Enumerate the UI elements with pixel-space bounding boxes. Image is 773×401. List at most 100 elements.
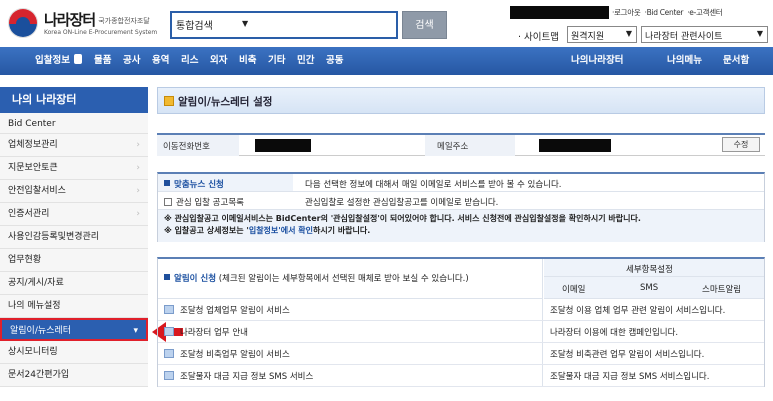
search-box[interactable]: 통합검색 ▼ — [170, 11, 398, 39]
nav-item-bid-info[interactable]: 입찰정보 — [35, 47, 82, 75]
row-desc-cell: 나라장터 이용에 대한 캠페인입니다. — [544, 321, 764, 342]
folder-icon — [164, 349, 174, 358]
nav-item-documents[interactable]: 문서함 — [723, 47, 749, 75]
nav-item-lease[interactable]: 리스 — [181, 47, 198, 75]
chevron-right-icon: › — [136, 186, 140, 196]
page-title: 알림이/뉴스레터 설정 — [178, 96, 273, 108]
nav-item-my-menu[interactable]: 나의메뉴 — [667, 47, 702, 75]
row-label[interactable]: 조달청 비축업무 알림이 서비스 — [180, 348, 290, 360]
redacted-email — [539, 139, 611, 152]
folder-icon — [164, 305, 174, 314]
customer-center-link[interactable]: ·e-고객센터 — [687, 8, 723, 17]
alarm-table: 알림이 신청 (체크된 알림이는 세부항목에서 선택된 매체로 받아 보실 수 … — [157, 257, 765, 387]
search-button[interactable]: 검색 — [402, 11, 447, 39]
row-description: 조달청 이용 업체 업무 관련 알림이 서비스입니다. — [550, 306, 726, 316]
pencil-icon — [164, 96, 174, 106]
nav-item-stockpile[interactable]: 비축 — [239, 47, 256, 75]
top-links: ·로그아웃 ·Bid Center ·e-고객센터 — [612, 7, 726, 18]
newsletter-description: 다음 선택한 정보에 대해서 매일 이메일로 서비스를 받아 볼 수 있습니다. — [305, 180, 562, 190]
logo-title-small: 국가종합전자조달 — [98, 16, 150, 25]
sidebar-title: 나의 나라장터 — [0, 87, 148, 113]
row-label-cell: 조달청 업체업무 알림이 서비스 — [158, 299, 543, 320]
remote-support-select[interactable]: 원격지원 ▼ — [567, 26, 637, 43]
sidebar-item-monitoring[interactable]: 상시모니터링 — [0, 341, 148, 364]
newsletter-header-row: 맞춤뉴스 신청 다음 선택한 정보에 대해서 매일 이메일로 서비스를 받아 볼… — [158, 174, 764, 192]
table-row: 조달물자 대금 지급 정보 SMS 서비스 조달물자 대금 지급 정보 SMS … — [158, 365, 764, 387]
table-row: 조달청 비축업무 알림이 서비스 조달청 비축관련 업무 알림이 서비스입니다. — [158, 343, 764, 365]
main-nav: 입찰정보 물품 공사 용역 리스 외자 비축 기타 민간 공동 나의나라장터 나… — [0, 47, 773, 75]
folder-icon — [164, 327, 174, 336]
chevron-down-icon: ▼ — [756, 29, 763, 38]
sidebar-item-certificate[interactable]: 인증서관리 › — [0, 203, 148, 226]
chevron-down-icon: ▼ — [242, 19, 249, 28]
row-label[interactable]: 나라장터 업무 안내 — [180, 326, 248, 338]
bullet-icon — [164, 274, 170, 280]
nav-item-joint[interactable]: 공동 — [326, 47, 343, 75]
related-sites-value: 나라장터 관련사이트 — [645, 32, 723, 42]
page-title-bar: 알림이/뉴스레터 설정 — [157, 87, 765, 114]
chevron-down-icon: ▼ — [625, 29, 632, 38]
row-label[interactable]: 조달청 업체업무 알림이 서비스 — [180, 304, 290, 316]
remote-support-value: 원격지원 — [571, 32, 605, 42]
sidebar-item-safe-bid[interactable]: 안전입찰서비스 › — [0, 180, 148, 203]
nav-item-etc[interactable]: 기타 — [268, 47, 285, 75]
edit-button[interactable]: 수정 — [722, 137, 760, 152]
logout-link[interactable]: ·로그아웃 — [612, 8, 641, 17]
sidebar-item-fingerprint-token[interactable]: 지문보안토큰 › — [0, 157, 148, 180]
nav-item-service[interactable]: 용역 — [152, 47, 169, 75]
logo-subtitle: Korea ON-Line E-Procurement System — [44, 29, 158, 36]
nav-item-my-narajangteo[interactable]: 나의나라장터 — [571, 47, 623, 75]
chevron-down-icon: ▾ — [133, 326, 138, 336]
email-label: 메일주소 — [437, 142, 469, 152]
row-label-cell: 나라장터 업무 안내 — [158, 321, 543, 342]
nav-item-foreign[interactable]: 외자 — [210, 47, 227, 75]
newsletter-title: 맞춤뉴스 신청 — [164, 178, 224, 190]
newsletter-section: 맞춤뉴스 신청 다음 선택한 정보에 대해서 매일 이메일로 서비스를 받아 볼… — [157, 172, 765, 242]
sitemap-link[interactable]: · 사이트맵 — [518, 29, 559, 43]
sidebar-item-alarm-newsletter[interactable]: 알림이/뉴스레터 ▾ — [0, 318, 148, 341]
interest-bid-checkbox[interactable] — [164, 198, 172, 206]
col-smart-alarm: 스마트알림 — [702, 285, 742, 295]
sidebar-item-menu-settings[interactable]: 나의 메뉴설정 — [0, 295, 148, 318]
redacted-phone — [255, 139, 311, 152]
detail-settings-header: 세부항목설정 — [544, 259, 764, 277]
logo[interactable]: 나라장터 국가종합전자조달 Korea ON-Line E-Procurement… — [8, 5, 168, 39]
alarm-header: 알림이 신청 (체크된 알림이는 세부항목에서 선택된 매체로 받아 보실 수 … — [158, 259, 543, 299]
chevron-right-icon: › — [136, 140, 140, 150]
phone-icon — [73, 54, 82, 64]
nav-item-goods[interactable]: 물품 — [94, 47, 111, 75]
taegeuk-logo-icon — [8, 8, 38, 38]
table-row: 조달청 업체업무 알림이 서비스 조달청 이용 업체 업무 관련 알림이 서비스… — [158, 299, 764, 321]
nav-item-construction[interactable]: 공사 — [123, 47, 140, 75]
sidebar-item-doc24-signup[interactable]: 문서24간편가입 — [0, 364, 148, 387]
sidebar-item-work-status[interactable]: 업무현황 — [0, 249, 148, 272]
row-desc-cell: 조달청 비축관련 업무 알림이 서비스입니다. — [544, 343, 764, 364]
note-2: ※ 입찰공고 상세정보는 '입찰정보'에서 확인하시기 바랍니다. — [164, 226, 371, 235]
sidebar-item-seal-registration[interactable]: 사용인감등록및변경관리 — [0, 226, 148, 249]
row-description: 조달물자 대금 지급 정보 SMS 서비스입니다. — [550, 372, 710, 382]
interest-bid-checkbox-label[interactable]: 관심 입찰 공고목록 — [164, 196, 244, 208]
phone-label: 이동전화번호 — [163, 142, 210, 152]
row-label[interactable]: 조달물자 대금 지급 정보 SMS 서비스 — [180, 370, 313, 382]
redacted-user-info — [510, 6, 609, 19]
logo-title: 나라장터 국가종합전자조달 — [44, 11, 150, 29]
header: 나라장터 국가종합전자조달 Korea ON-Line E-Procurement… — [0, 0, 773, 46]
bid-info-link[interactable]: 입찰정보'에서 확인 — [249, 226, 313, 235]
sidebar-item-bid-center[interactable]: Bid Center — [0, 113, 148, 134]
row-label-cell: 조달청 비축업무 알림이 서비스 — [158, 343, 543, 364]
sidebar-item-notice-board[interactable]: 공지/게시/자료 — [0, 272, 148, 295]
chevron-right-icon: › — [136, 163, 140, 173]
row-description: 조달청 비축관련 업무 알림이 서비스입니다. — [550, 350, 705, 360]
detail-settings-title: 세부항목설정 — [626, 265, 673, 275]
nav-item-private[interactable]: 민간 — [297, 47, 314, 75]
chevron-right-icon: › — [136, 209, 140, 219]
detail-columns: 이메일 SMS 스마트알림 — [544, 277, 764, 299]
bid-center-link[interactable]: ·Bid Center — [644, 8, 683, 17]
alarm-title: 알림이 신청 (체크된 알림이는 세부항목에서 선택된 매체로 받아 보실 수 … — [164, 272, 469, 284]
interest-bid-description: 관심입찰로 설정한 관심입찰공고를 이메일로 받습니다. — [305, 198, 499, 208]
row-description: 나라장터 이용에 대한 캠페인입니다. — [550, 328, 679, 338]
related-sites-select[interactable]: 나라장터 관련사이트 ▼ — [641, 26, 768, 43]
search-type-select[interactable]: 통합검색 — [176, 17, 213, 32]
row-label-cell: 조달물자 대금 지급 정보 SMS 서비스 — [158, 365, 543, 386]
sidebar-item-company-info[interactable]: 업체정보관리 › — [0, 134, 148, 157]
